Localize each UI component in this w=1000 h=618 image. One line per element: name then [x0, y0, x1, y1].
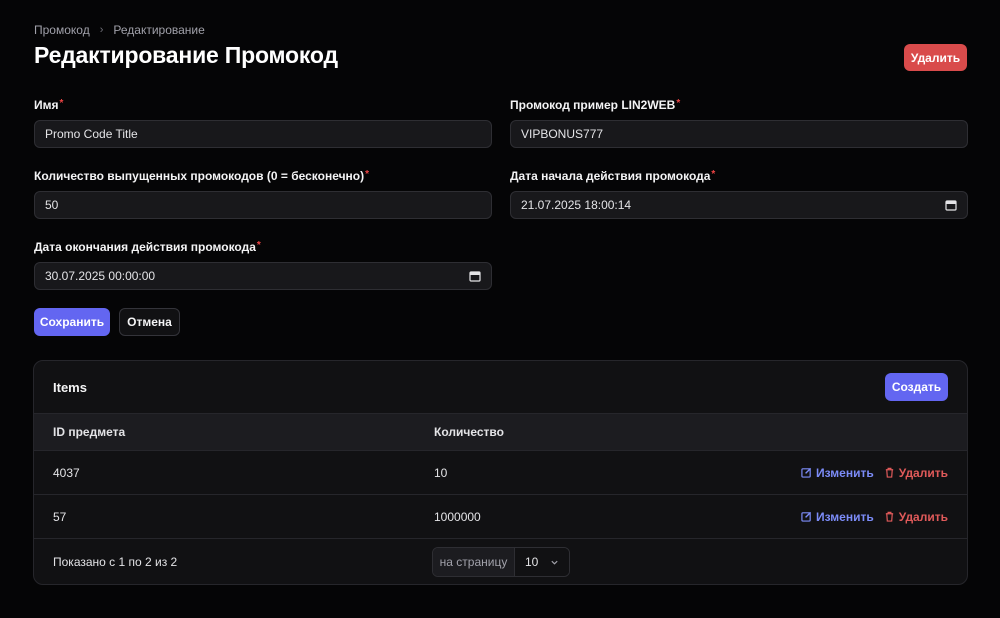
- edit-link[interactable]: Изменить: [801, 510, 874, 524]
- name-label: Имя*: [34, 98, 64, 112]
- calendar-icon[interactable]: [945, 199, 957, 211]
- column-header-quantity[interactable]: Количество: [434, 425, 774, 439]
- start-date-label: Дата начала действия промокода*: [510, 169, 716, 183]
- breadcrumb: Промокод › Редактирование: [34, 23, 205, 37]
- code-input-value: VIPBONUS777: [521, 127, 604, 141]
- delete-link[interactable]: Удалить: [884, 510, 948, 524]
- save-button[interactable]: Сохранить: [34, 308, 110, 336]
- count-input-value: 50: [45, 198, 59, 212]
- chevron-down-icon: [551, 560, 558, 565]
- count-input[interactable]: 50: [34, 191, 492, 219]
- edit-link[interactable]: Изменить: [801, 466, 874, 480]
- edit-icon: [801, 467, 812, 478]
- page-title: Редактирование Промокод: [34, 42, 338, 68]
- pagination-summary: Показано с 1 по 2 из 2: [53, 555, 178, 569]
- name-input[interactable]: Promo Code Title: [34, 120, 492, 148]
- table-header: ID предмета Количество: [34, 414, 967, 451]
- table-footer: Показано с 1 по 2 из 2 на страницу 10: [34, 539, 967, 584]
- column-header-id[interactable]: ID предмета: [34, 425, 434, 439]
- trash-icon: [885, 467, 893, 478]
- start-date-value: 21.07.2025 18:00:14: [521, 198, 632, 212]
- per-page-control: на страницу 10: [432, 547, 570, 577]
- start-date-input[interactable]: 21.07.2025 18:00:14: [510, 191, 968, 219]
- chevron-right-icon: ›: [99, 24, 104, 36]
- code-label: Промокод пример LIN2WEB*: [510, 98, 681, 112]
- cancel-button[interactable]: Отмена: [119, 308, 180, 336]
- end-date-input[interactable]: 30.07.2025 00:00:00: [34, 262, 492, 290]
- edit-icon: [801, 511, 812, 522]
- create-button[interactable]: Создать: [885, 373, 948, 401]
- delete-link[interactable]: Удалить: [884, 466, 948, 480]
- cell-quantity: 10: [434, 465, 448, 480]
- cell-quantity: 1000000: [434, 509, 481, 524]
- table-row: 57 1000000 Изменить Удалить: [34, 495, 967, 539]
- breadcrumb-item-edit: Редактирование: [113, 23, 205, 37]
- calendar-icon[interactable]: [469, 270, 481, 282]
- per-page-label: на страницу: [433, 548, 515, 576]
- items-card-header: Items Создать: [34, 361, 967, 414]
- required-mark: *: [676, 98, 681, 109]
- table-row: 4037 10 Изменить Удалить: [34, 451, 967, 495]
- cell-id: 57: [53, 509, 67, 524]
- count-label: Количество выпущенных промокодов (0 = бе…: [34, 169, 370, 183]
- per-page-value: 10: [525, 555, 539, 569]
- items-card: Items Создать ID предмета Количество 403…: [33, 360, 968, 585]
- trash-icon: [885, 511, 893, 522]
- required-mark: *: [59, 98, 64, 109]
- items-title: Items: [53, 379, 87, 395]
- end-date-label: Дата окончания действия промокода*: [34, 240, 261, 254]
- breadcrumb-item-promocode[interactable]: Промокод: [34, 23, 90, 37]
- name-input-value: Promo Code Title: [45, 127, 138, 141]
- required-mark: *: [711, 169, 716, 180]
- code-input[interactable]: VIPBONUS777: [510, 120, 968, 148]
- end-date-value: 30.07.2025 00:00:00: [45, 269, 156, 283]
- cell-id: 4037: [53, 465, 80, 480]
- required-mark: *: [365, 169, 370, 180]
- delete-button[interactable]: Удалить: [904, 44, 967, 71]
- per-page-select[interactable]: 10: [515, 548, 569, 576]
- required-mark: *: [256, 240, 261, 251]
